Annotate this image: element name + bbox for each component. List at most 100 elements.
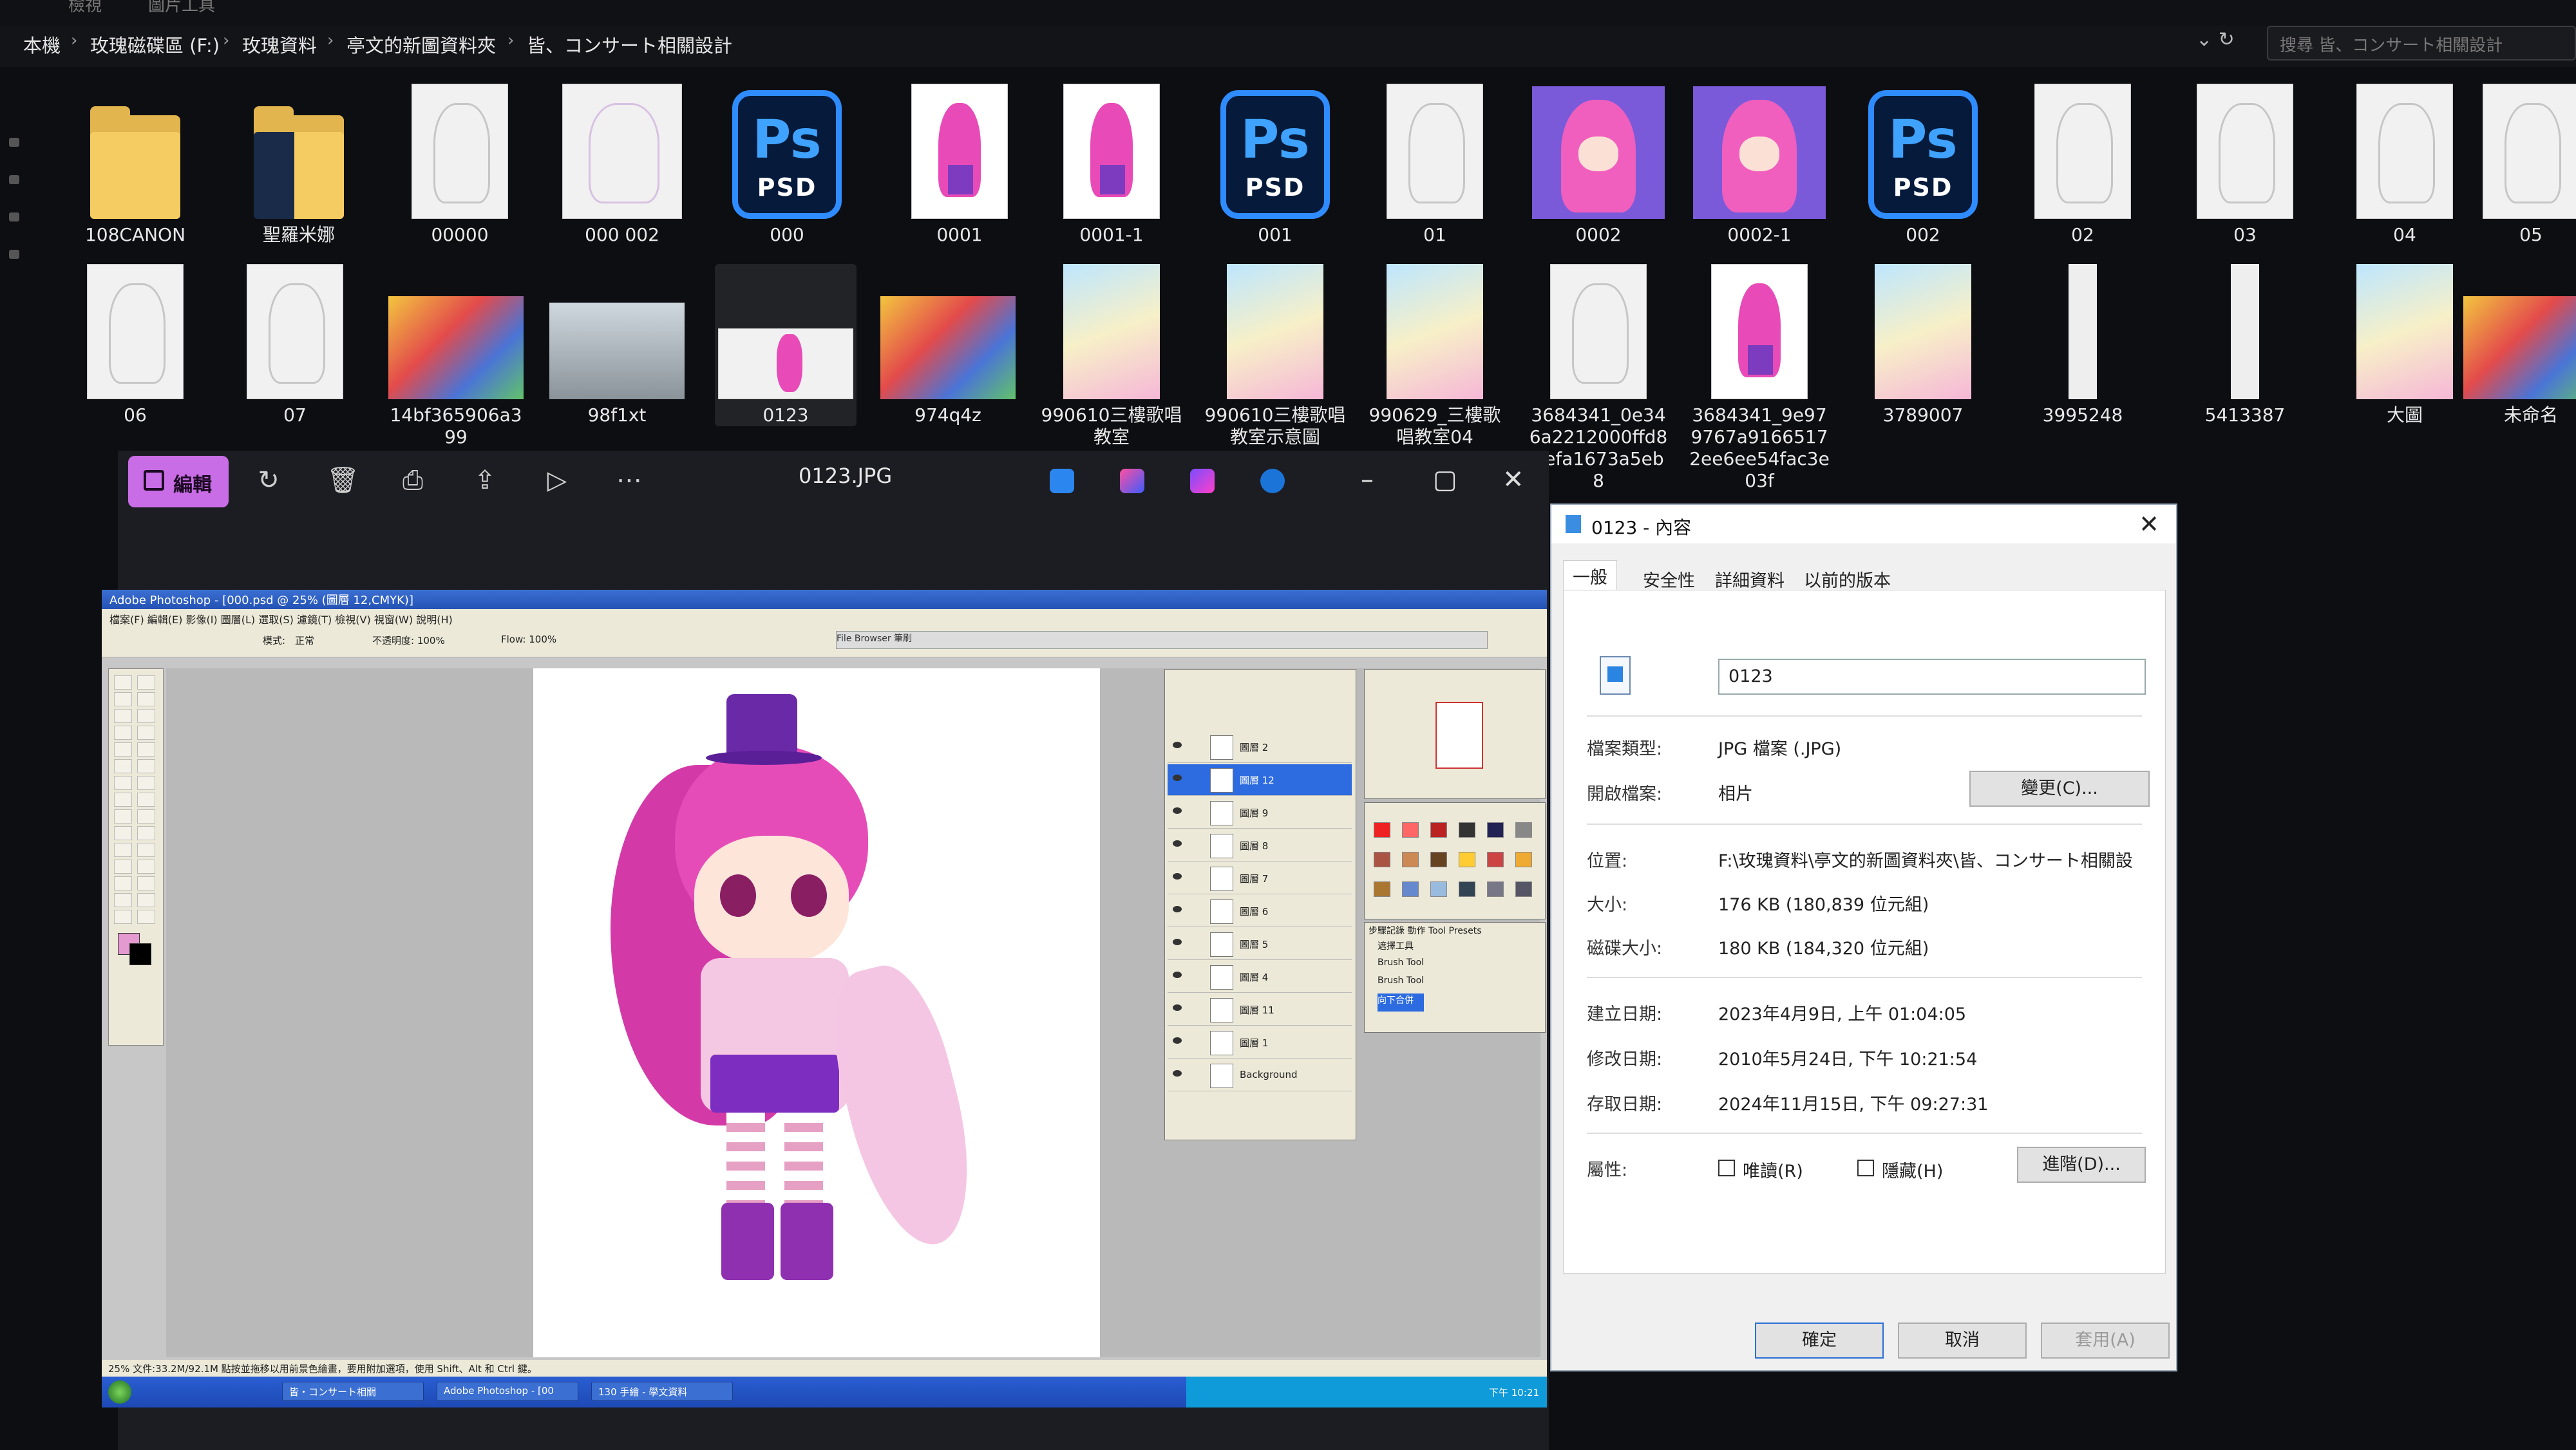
color-swatch xyxy=(1430,881,1447,897)
file-item[interactable]: 03 xyxy=(2174,84,2316,246)
menu-view[interactable]: 檢視 xyxy=(68,0,102,16)
file-item[interactable]: 05 xyxy=(2460,84,2576,246)
breadcrumb-new-folder[interactable]: 亭文的新圖資料夾 xyxy=(346,31,496,58)
file-name-input[interactable]: 0123 xyxy=(1718,659,2146,695)
apply-button[interactable]: 套用(A) xyxy=(2041,1323,2170,1359)
file-name: 3684341_9e979767a91665172ee6ee54fac3e03f xyxy=(1689,404,1830,491)
file-item[interactable]: 聖羅米娜 xyxy=(228,84,370,246)
layer-row: 圖層 12 xyxy=(1168,764,1352,796)
file-item[interactable]: Ps PSD 002 xyxy=(1852,84,1994,246)
clipchamp-icon[interactable] xyxy=(1190,469,1215,493)
photo-app-icon[interactable] xyxy=(1050,469,1074,493)
image-thumbnail xyxy=(2356,84,2453,219)
refresh-icon[interactable]: ⌄ ↻ xyxy=(2196,28,2235,51)
file-item[interactable]: 990629_三樓歌唱教室04 xyxy=(1364,264,1506,448)
file-item[interactable]: 990610三樓歌唱教室示意圖 xyxy=(1204,264,1346,448)
file-item[interactable]: 108CANON xyxy=(64,84,206,246)
file-item[interactable]: 3684341_9e979767a91665172ee6ee54fac3e03f xyxy=(1689,264,1830,492)
tab-previous-versions[interactable]: 以前的版本 xyxy=(1804,567,1891,592)
file-item[interactable]: 未命名 xyxy=(2460,264,2576,426)
close-icon[interactable]: ✕ xyxy=(1502,465,1524,494)
file-item[interactable]: Ps PSD 001 xyxy=(1204,84,1346,246)
change-button[interactable]: 變更(C)... xyxy=(1969,771,2150,807)
file-item[interactable]: 07 xyxy=(224,264,366,426)
image-thumbnail xyxy=(1063,264,1160,399)
file-item[interactable]: 5413387 xyxy=(2174,264,2316,426)
history-item: 遮擇工具 xyxy=(1378,941,1414,952)
general-tab-panel: 0123 檔案類型: JPG 檔案 (.JPG) 開啟檔案: 相片 變更(C).… xyxy=(1563,590,2166,1274)
breadcrumb-concert[interactable]: 皆、コンサート相關設計 xyxy=(527,31,732,58)
tool-button xyxy=(114,675,132,690)
file-item[interactable]: 0001-1 xyxy=(1041,84,1182,246)
image-thumbnail xyxy=(1550,264,1647,399)
file-item[interactable]: 04 xyxy=(2334,84,2476,246)
hidden-label: 隱藏(H) xyxy=(1882,1162,1944,1182)
file-item[interactable]: 990610三樓歌唱教室 xyxy=(1041,264,1182,448)
file-name: 5413387 xyxy=(2204,404,2286,426)
file-name: 大圖 xyxy=(2386,404,2423,426)
onedrive-icon[interactable] xyxy=(1260,469,1285,493)
breadcrumb-drive[interactable]: 玫瑰磁碟區 (F:) xyxy=(90,31,220,58)
tool-button xyxy=(114,876,132,890)
edit-button-label: 編輯 xyxy=(173,474,212,496)
hidden-checkbox[interactable] xyxy=(1857,1160,1874,1176)
properties-titlebar: 0123 - 內容 ✕ xyxy=(1551,505,2176,543)
layer-name: 圖層 8 xyxy=(1240,840,1269,852)
pin-icon[interactable] xyxy=(9,138,19,147)
file-item[interactable]: 98f1xt xyxy=(546,264,688,426)
menu-picture-tools[interactable]: 圖片工具 xyxy=(148,0,215,16)
file-item[interactable]: 02 xyxy=(2012,84,2154,246)
file-item[interactable]: 3789007 xyxy=(1852,264,1994,426)
cancel-button[interactable]: 取消 xyxy=(1898,1323,2027,1359)
image-thumbnail xyxy=(1387,84,1483,219)
advanced-button[interactable]: 進階(D)... xyxy=(2017,1147,2146,1183)
file-item[interactable]: 974q4z xyxy=(877,264,1019,426)
tab-general[interactable]: 一般 xyxy=(1563,560,1617,591)
designer-icon[interactable] xyxy=(1120,469,1144,493)
file-item[interactable]: 00000 xyxy=(389,84,531,246)
eye-icon xyxy=(1173,807,1182,814)
pin-icon[interactable] xyxy=(9,175,19,184)
readonly-checkbox[interactable] xyxy=(1718,1160,1735,1176)
file-item[interactable]: 0002 xyxy=(1528,84,1669,246)
tab-security[interactable]: 安全性 xyxy=(1643,567,1695,592)
image-thumbnail xyxy=(2034,84,2131,219)
tab-details[interactable]: 詳細資料 xyxy=(1715,567,1785,592)
file-item[interactable]: 0123 xyxy=(715,264,857,426)
layer-thumbnail xyxy=(1210,834,1233,858)
size-value: 176 KB (180,839 位元組) xyxy=(1718,895,1929,915)
rotate-icon[interactable]: ↻ xyxy=(254,466,283,494)
maximize-icon[interactable]: ▢ xyxy=(1433,465,1457,494)
layers-panel: 圖層 2 圖層 12 圖層 9 圖層 8 圖層 7 圖層 6 圖層 5 圖層 4 圖層 11 圖層… xyxy=(1164,669,1356,1140)
ok-button[interactable]: 確定 xyxy=(1755,1323,1884,1359)
close-icon[interactable]: ✕ xyxy=(2139,510,2159,538)
file-item[interactable]: 0002-1 xyxy=(1689,84,1830,246)
layer-name: 圖層 7 xyxy=(1240,873,1269,885)
photoshop-titlebar: Adobe Photoshop - [000.psd @ 25% (圖層 12,… xyxy=(102,590,1547,609)
file-item[interactable]: 06 xyxy=(64,264,206,426)
file-item[interactable]: 大圖 xyxy=(2334,264,2476,426)
file-item[interactable]: 3995248 xyxy=(2012,264,2154,426)
slideshow-icon[interactable]: ▷ xyxy=(543,466,571,494)
file-item[interactable]: 14bf365906a399 xyxy=(385,264,527,448)
more-icon[interactable]: ⋯ xyxy=(615,466,643,494)
minimize-icon[interactable]: – xyxy=(1361,465,1374,494)
file-item[interactable]: 0001 xyxy=(889,84,1030,246)
file-item[interactable]: Ps PSD 000 xyxy=(716,84,858,246)
pin-icon[interactable] xyxy=(9,212,19,221)
search-input[interactable]: 搜尋 皆、コンサート相關設計 xyxy=(2267,26,2576,61)
breadcrumb-this-pc[interactable]: 本機 xyxy=(23,31,61,58)
delete-icon[interactable]: 🗑 xyxy=(327,466,359,494)
palette-well: File Browser 筆刷 xyxy=(836,631,1488,649)
edit-button[interactable]: 編輯 xyxy=(128,456,229,507)
pin-icon[interactable] xyxy=(9,250,19,259)
file-name: 974q4z xyxy=(914,404,981,426)
file-item[interactable]: 01 xyxy=(1364,84,1506,246)
file-item[interactable]: 000 002 xyxy=(551,84,693,246)
file-item[interactable]: 3684341_0e346a2212000ffd89efa1673a5eb8 xyxy=(1528,264,1669,492)
share-icon[interactable]: ⇪ xyxy=(471,466,499,494)
print-icon[interactable]: ⎙ xyxy=(399,466,427,494)
layer-thumbnail xyxy=(1210,899,1233,924)
tool-button xyxy=(137,876,155,890)
breadcrumb-rose-data[interactable]: 玫瑰資料 xyxy=(242,31,317,58)
